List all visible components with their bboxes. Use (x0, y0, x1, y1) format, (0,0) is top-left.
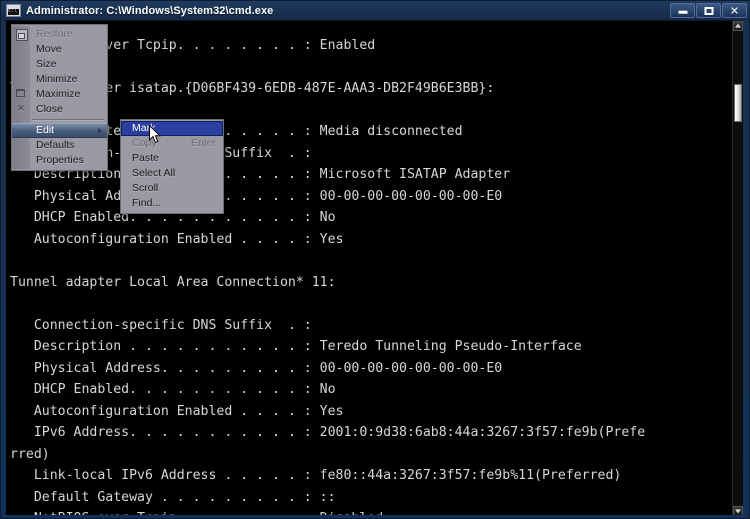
menu-item-size[interactable]: Size (12, 57, 107, 72)
menu-item-label: Defaults (36, 139, 75, 151)
menu-item-label: Edit (36, 124, 55, 136)
cmd-window: Administrator: C:\Windows\System32\cmd.e… (0, 0, 750, 519)
close-icon: ✕ (729, 4, 740, 17)
menu-item-label: Move (36, 43, 62, 55)
cmd-icon[interactable] (6, 4, 21, 17)
menu-item-label: Maximize (36, 88, 81, 100)
vertical-scrollbar[interactable] (732, 21, 743, 515)
window-title: Administrator: C:\Windows\System32\cmd.e… (26, 4, 274, 17)
restore-icon (16, 29, 28, 41)
menu-item-move[interactable]: Move (12, 42, 107, 57)
edit-submenu[interactable]: Mark Copy Enter Paste Select All Scroll … (120, 119, 224, 214)
submenu-item-paste[interactable]: Paste (121, 151, 223, 166)
submenu-item-label: Mark (132, 122, 156, 134)
caption-button-group: ✕ (670, 3, 747, 18)
scroll-up-icon[interactable] (733, 21, 743, 31)
submenu-item-find[interactable]: Find... (121, 196, 223, 211)
close-button[interactable]: ✕ (722, 3, 747, 18)
scroll-down-icon[interactable] (733, 506, 743, 515)
maximize-icon (16, 89, 25, 97)
submenu-item-label: Paste (132, 152, 159, 164)
menu-item-restore[interactable]: Restore (12, 27, 107, 42)
title-bar[interactable]: Administrator: C:\Windows\System32\cmd.e… (1, 1, 750, 20)
menu-item-label: Size (36, 58, 57, 70)
submenu-item-label: Find... (132, 197, 162, 209)
minimize-button[interactable] (670, 3, 695, 18)
submenu-item-label: Select All (132, 167, 176, 179)
console-client-area[interactable]: NetBIOS over Tcpip. . . . . . . . : Enab… (6, 20, 743, 515)
menu-item-close[interactable]: × Close (12, 102, 107, 117)
system-menu[interactable]: Restore Move Size Minimize Maximize × Cl… (11, 24, 108, 171)
submenu-item-label: Scroll (132, 182, 159, 194)
menu-item-label: Close (36, 103, 63, 115)
submenu-item-label: Copy (132, 137, 157, 149)
menu-item-maximize[interactable]: Maximize (12, 87, 107, 102)
submenu-item-copy[interactable]: Copy Enter (121, 136, 223, 151)
maximize-icon (704, 6, 713, 15)
submenu-item-shortcut: Enter (190, 137, 216, 149)
console-output: NetBIOS over Tcpip. . . . . . . . : Enab… (10, 38, 646, 515)
menu-item-properties[interactable]: Properties (12, 153, 107, 168)
minimize-icon (678, 10, 687, 14)
submenu-item-select-all[interactable]: Select All (121, 166, 223, 181)
menu-item-label: Restore (36, 28, 73, 40)
submenu-item-mark[interactable]: Mark (121, 121, 223, 136)
menu-item-minimize[interactable]: Minimize (12, 72, 107, 91)
menu-item-label: Properties (36, 154, 84, 166)
menu-item-edit[interactable]: Edit (12, 123, 107, 138)
menu-item-label: Minimize (36, 73, 78, 85)
menu-separator (32, 119, 104, 121)
menu-item-defaults[interactable]: Defaults (12, 138, 107, 153)
chevron-right-icon (98, 127, 102, 134)
maximize-button[interactable] (696, 3, 721, 18)
scrollbar-thumb[interactable] (734, 84, 742, 122)
close-icon: × (16, 103, 26, 114)
submenu-item-scroll[interactable]: Scroll (121, 181, 223, 196)
